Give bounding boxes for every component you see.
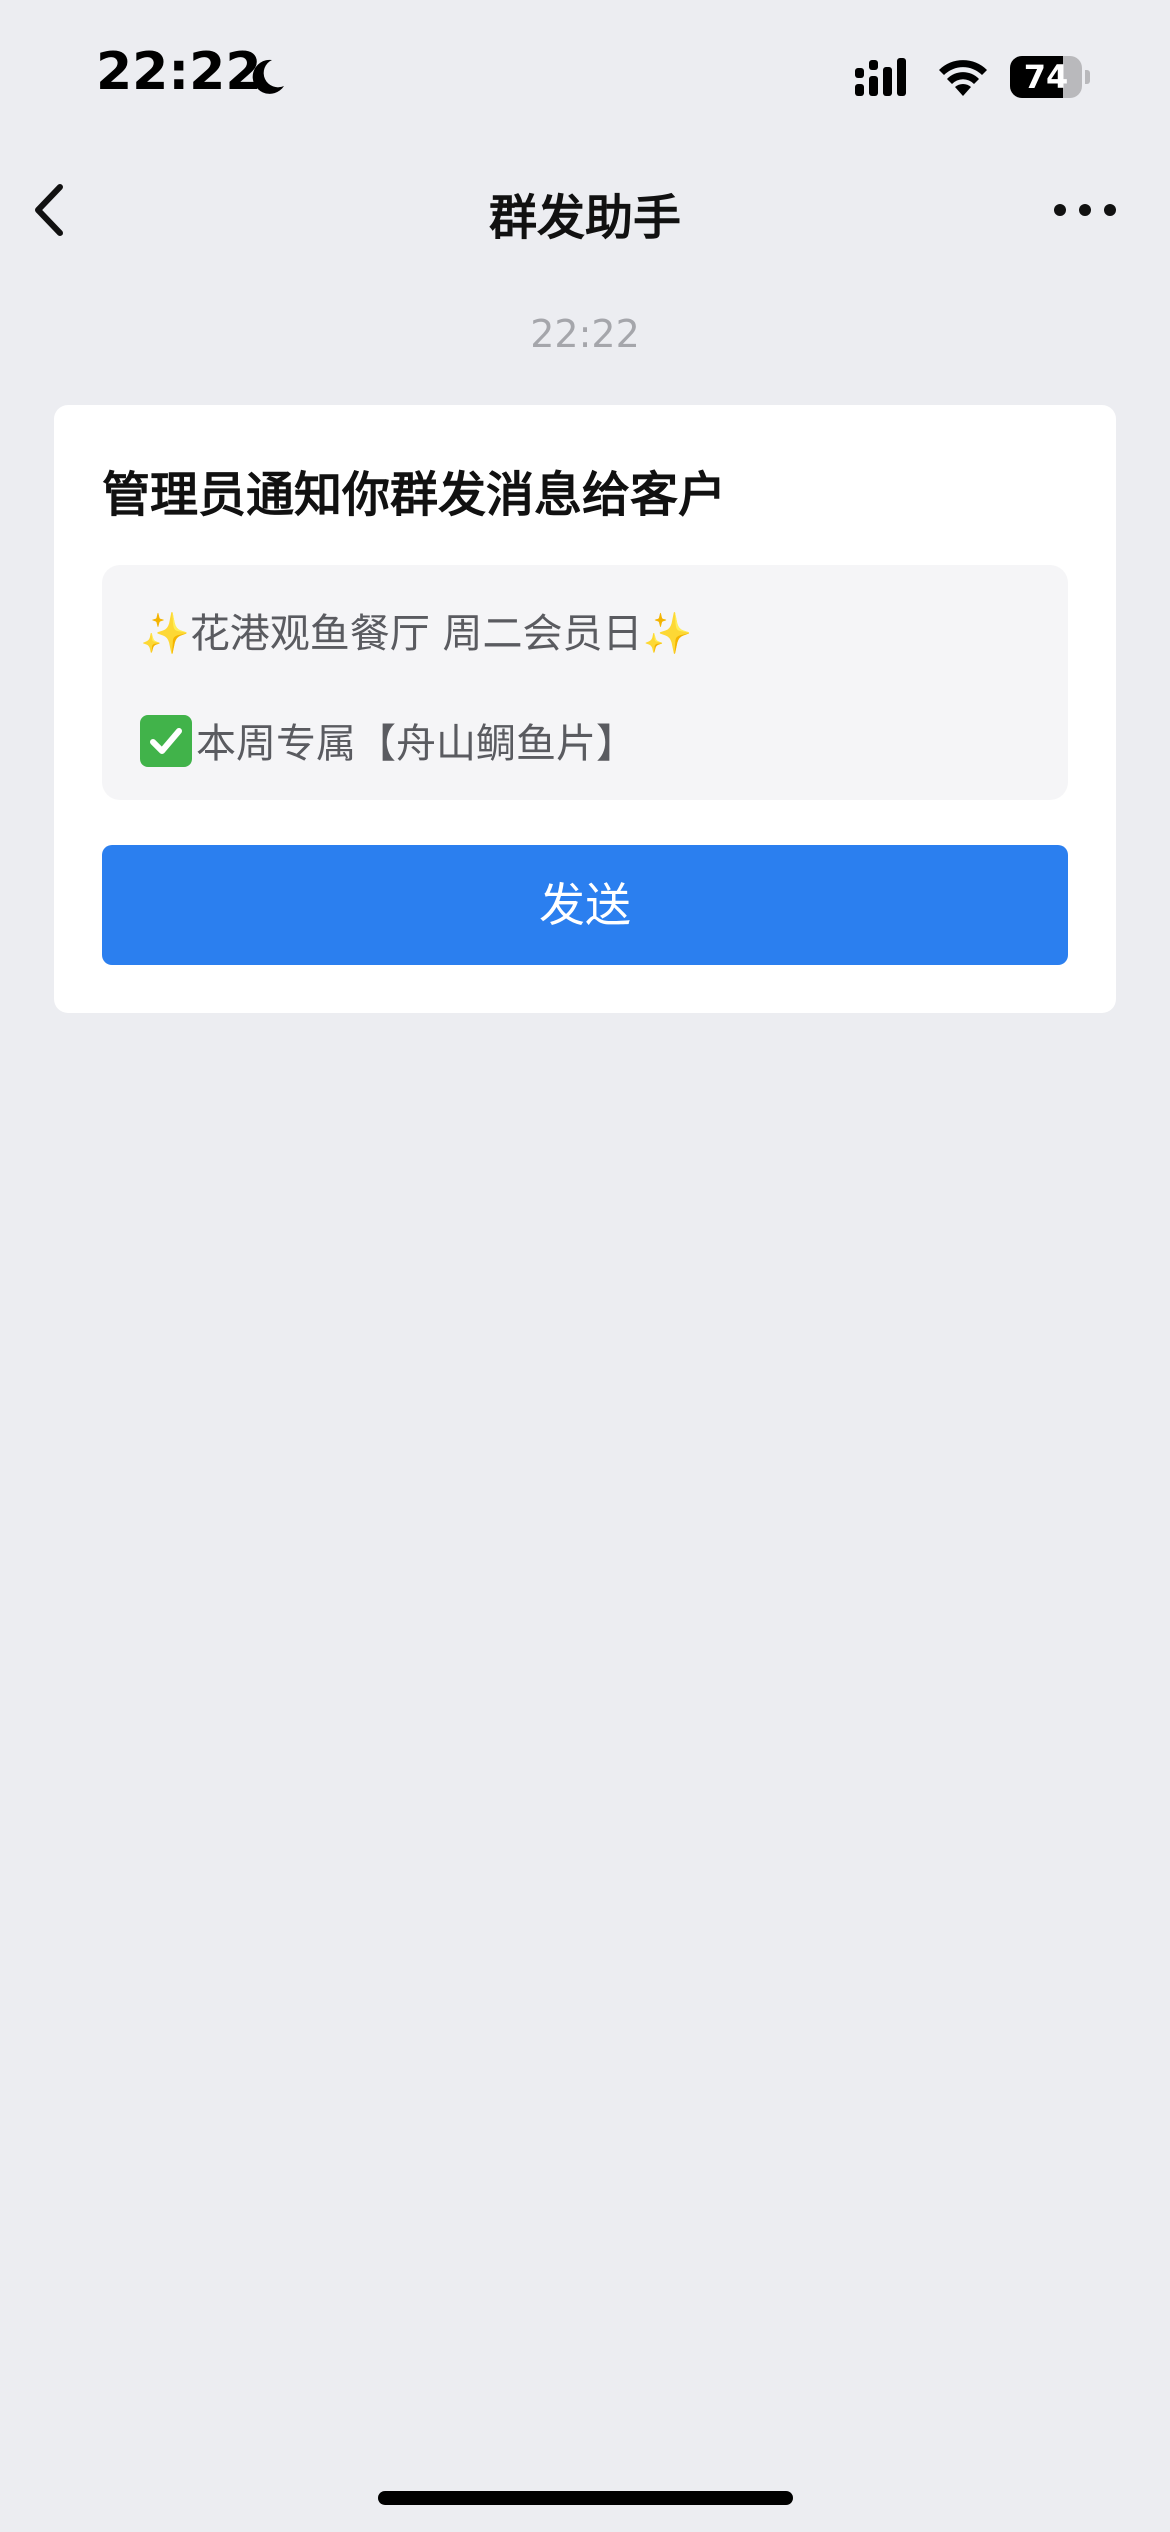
more-dots-icon <box>1054 204 1116 216</box>
message-timestamp: 22:22 <box>530 312 640 356</box>
preview-line-2: 本周专属【舟山鲷鱼片】 <box>140 711 636 769</box>
signal-icon <box>855 58 906 96</box>
send-button[interactable]: 发送 <box>102 845 1068 965</box>
nav-bar: 群发助手 <box>0 150 1170 270</box>
wifi-icon <box>939 60 987 96</box>
check-mark-icon <box>140 715 192 767</box>
more-button[interactable] <box>1050 180 1120 240</box>
home-indicator <box>378 2491 793 2505</box>
sparkles-icon: ✨ <box>642 611 693 657</box>
status-time: 22:22 <box>96 42 262 102</box>
battery-icon: 74 <box>1010 56 1090 98</box>
preview-line-1: ✨花港观鱼餐厅 周二会员日✨ <box>140 601 692 659</box>
broadcast-card: 管理员通知你群发消息给客户 ✨花港观鱼餐厅 周二会员日✨ 本周专属【舟山鲷鱼片】… <box>54 405 1116 1013</box>
page-title: 群发助手 <box>488 190 681 246</box>
status-bar: 22:22 74 <box>0 0 1170 150</box>
battery-level: 74 <box>1023 58 1069 96</box>
moon-icon <box>252 59 284 94</box>
preview-line-2-text: 本周专属【舟山鲷鱼片】 <box>196 721 636 767</box>
battery-cap <box>1085 70 1090 84</box>
battery-body: 74 <box>1010 56 1082 98</box>
preview-line-1-text: 花港观鱼餐厅 周二会员日 <box>189 611 643 657</box>
card-title: 管理员通知你群发消息给客户 <box>102 467 727 523</box>
message-preview: ✨花港观鱼餐厅 周二会员日✨ 本周专属【舟山鲷鱼片】 <box>102 565 1068 800</box>
sparkles-icon: ✨ <box>140 611 190 657</box>
